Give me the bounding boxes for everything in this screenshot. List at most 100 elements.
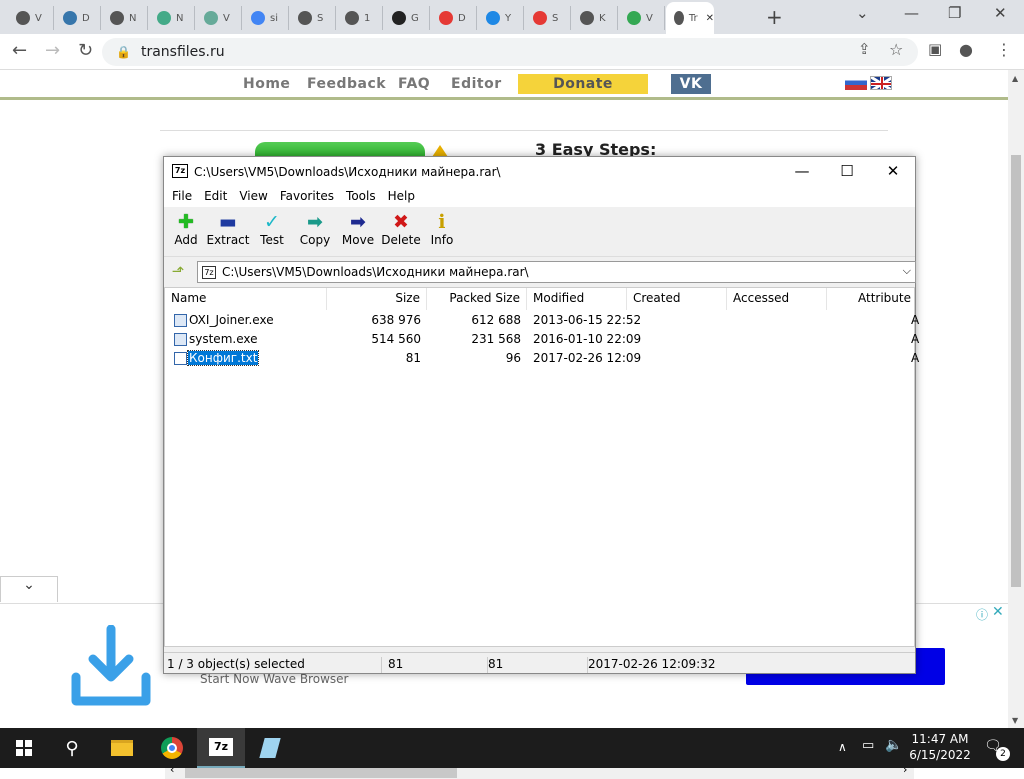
browser-tab[interactable]: 1 xyxy=(337,6,383,30)
menu-file[interactable]: File xyxy=(166,187,198,207)
browser-tab[interactable]: N xyxy=(102,6,148,30)
chrome-icon[interactable] xyxy=(148,728,196,768)
7zip-window: 7z C:\Users\VM5\Downloads\Исходники майн… xyxy=(163,156,919,779)
exe-file-icon xyxy=(174,333,187,346)
back-icon[interactable]: ← xyxy=(12,40,27,61)
browser-tab[interactable]: Y xyxy=(478,6,524,30)
network-icon[interactable]: ▭ xyxy=(862,738,874,753)
menu-edit[interactable]: Edit xyxy=(198,187,233,207)
browser-tab[interactable]: D xyxy=(431,6,477,30)
ad-collapse-button[interactable]: ⌄ xyxy=(0,576,58,602)
start-windows-icon[interactable] xyxy=(0,728,48,768)
download-icon xyxy=(71,625,151,706)
tab-title: V xyxy=(35,12,42,24)
close-button[interactable]: ✕ xyxy=(994,4,1007,22)
7zip-pathbar: ⬏ 7z C:\Users\VM5\Downloads\Исходники ма… xyxy=(164,257,916,287)
exe-file-icon xyxy=(174,314,187,327)
tab-favicon-icon xyxy=(345,11,359,25)
menu-favorites[interactable]: Favorites xyxy=(274,187,340,207)
7zip-taskbar-icon[interactable]: 7z xyxy=(197,728,245,768)
path-combobox[interactable]: 7z C:\Users\VM5\Downloads\Исходники майн… xyxy=(197,261,916,283)
file-name[interactable]: OXI_Joiner.exe xyxy=(189,313,274,327)
tray-chevron-icon[interactable]: ∧ xyxy=(838,740,847,754)
ad-close-icon[interactable]: ✕ xyxy=(992,604,1004,620)
ad-text[interactable]: Start Now Wave Browser xyxy=(200,672,348,686)
move-button[interactable]: ➡ Move xyxy=(336,211,380,247)
7zip-minimize-button[interactable]: — xyxy=(779,162,825,180)
col-packed-size[interactable]: Packed Size xyxy=(427,288,527,310)
col-attributes[interactable]: Attribute xyxy=(827,288,917,310)
address-bar[interactable]: 🔒 transfiles.ru xyxy=(102,38,918,66)
col-created[interactable]: Created xyxy=(627,288,727,310)
col-accessed[interactable]: Accessed xyxy=(727,288,827,310)
browser-tab[interactable]: S xyxy=(525,6,571,30)
col-modified[interactable]: Modified xyxy=(527,288,627,310)
browser-tab[interactable]: si xyxy=(243,6,289,30)
browser-tab[interactable]: V xyxy=(619,6,665,30)
ad-info-icon[interactable]: ⓘ xyxy=(976,606,988,623)
tab-favicon-icon xyxy=(204,11,218,25)
restore-button[interactable]: ❐ xyxy=(948,4,961,22)
info-button[interactable]: ℹ Info xyxy=(420,211,464,247)
extract-button[interactable]: ▬ Extract xyxy=(206,211,250,247)
side-panel-icon[interactable]: ▣ xyxy=(928,40,942,58)
page-scrollbar-thumb[interactable] xyxy=(1011,155,1021,587)
tab-search-icon[interactable]: ⌄ xyxy=(856,4,869,22)
menu-help[interactable]: Help xyxy=(382,187,421,207)
browser-tab[interactable]: V xyxy=(8,6,54,30)
nav-editor-link[interactable]: Editor xyxy=(451,76,502,92)
tab-favicon-icon xyxy=(392,11,406,25)
share-icon[interactable]: ⇪ xyxy=(858,40,871,58)
browser-tab[interactable]: Tr ✕ xyxy=(666,2,714,34)
status-packed: 81 xyxy=(488,657,588,673)
col-size[interactable]: Size xyxy=(327,288,427,310)
add-button[interactable]: ✚ Add xyxy=(164,211,208,247)
forward-icon[interactable]: → xyxy=(45,40,60,61)
info-icon: ℹ xyxy=(438,211,446,233)
nav-feedback-link[interactable]: Feedback xyxy=(307,76,386,92)
menu-kebab-icon[interactable]: ⋮ xyxy=(996,40,1012,59)
minimize-button[interactable]: — xyxy=(904,4,919,22)
uk-flag-icon[interactable] xyxy=(870,76,892,90)
col-name[interactable]: Name xyxy=(165,288,327,310)
folder-up-icon[interactable]: ⬏ xyxy=(168,262,188,280)
copy-button[interactable]: ➡ Copy xyxy=(293,211,337,247)
delete-button[interactable]: ✖ Delete xyxy=(379,211,423,247)
browser-tab[interactable]: N xyxy=(149,6,195,30)
test-button[interactable]: ✓ Test xyxy=(250,211,294,247)
file-name[interactable]: system.exe xyxy=(189,332,257,346)
nav-faq-link[interactable]: FAQ xyxy=(398,76,430,92)
nav-home-link[interactable]: Home xyxy=(243,76,290,92)
browser-tab[interactable]: S xyxy=(290,6,336,30)
chevron-down-icon[interactable]: ⌵ xyxy=(903,264,911,278)
notepad-icon[interactable] xyxy=(246,728,294,768)
file-explorer-icon[interactable] xyxy=(98,728,146,768)
menu-tools[interactable]: Tools xyxy=(340,187,382,207)
7zip-menubar: File Edit View Favorites Tools Help xyxy=(164,187,915,207)
reload-icon[interactable]: ↻ xyxy=(78,40,93,61)
vk-button[interactable]: VK xyxy=(671,74,711,94)
russian-flag-icon[interactable] xyxy=(845,76,867,90)
donate-button[interactable]: Donate xyxy=(518,74,648,94)
browser-tab[interactable]: D xyxy=(55,6,101,30)
tab-title: si xyxy=(270,12,278,24)
tab-close-icon[interactable]: ✕ xyxy=(706,13,714,24)
browser-tab[interactable]: K xyxy=(572,6,618,30)
7zip-close-button[interactable]: ✕ xyxy=(870,162,916,180)
scroll-up-icon[interactable]: ▲ xyxy=(1012,74,1018,83)
file-name-selected[interactable]: Конфиг.txt xyxy=(186,350,260,366)
bookmark-star-icon[interactable]: ☆ xyxy=(889,40,903,59)
menu-view[interactable]: View xyxy=(233,187,273,207)
profile-avatar-icon[interactable]: ● xyxy=(959,40,973,59)
7zip-titlebar[interactable]: 7z C:\Users\VM5\Downloads\Исходники майн… xyxy=(164,157,915,187)
tab-favicon-icon xyxy=(110,11,124,25)
new-tab-button[interactable]: + xyxy=(766,5,783,29)
search-icon[interactable]: ⚲ xyxy=(48,728,96,768)
copy-label: Copy xyxy=(299,233,331,247)
clock[interactable]: 11:47 AM 6/15/2022 xyxy=(900,731,980,763)
file-list[interactable]: Name Size Packed Size Modified Created A… xyxy=(164,287,919,779)
browser-tab[interactable]: G xyxy=(384,6,430,30)
7zip-maximize-button[interactable]: ☐ xyxy=(824,162,870,180)
scroll-down-icon[interactable]: ▼ xyxy=(1012,716,1018,725)
browser-tab[interactable]: V xyxy=(196,6,242,30)
